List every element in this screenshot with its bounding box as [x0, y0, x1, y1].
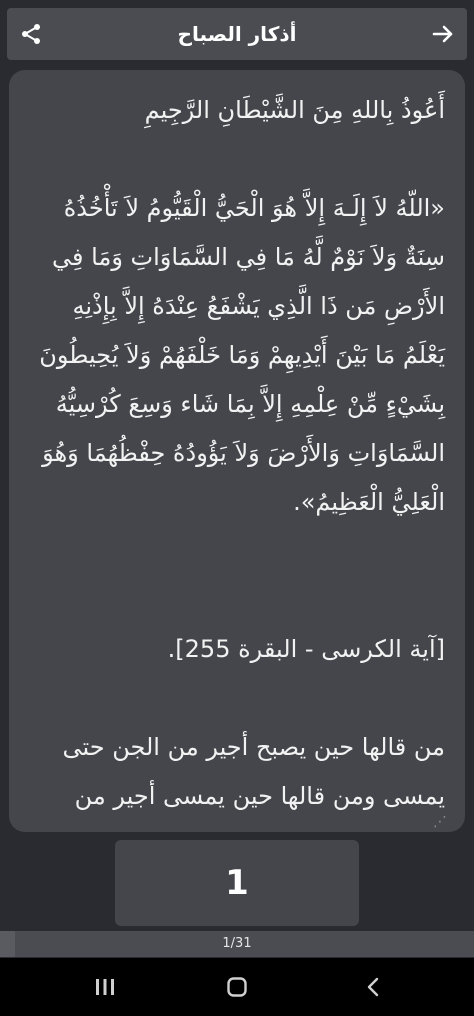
counter-value: 1 — [225, 863, 249, 903]
arrow-right-icon — [432, 25, 453, 43]
progress-bar: 1/31 — [0, 931, 474, 957]
back-button[interactable] — [358, 972, 388, 1002]
app-header: أذكار الصباح — [7, 8, 467, 60]
dhikr-virtue: من قالها حين يصبح أجير من الجن حتى يمسى … — [62, 733, 445, 810]
counter-button[interactable]: 1 — [115, 840, 359, 926]
recents-button[interactable] — [90, 972, 120, 1002]
system-navigation-bar — [0, 958, 474, 1016]
scroll-handle-icon: ⋰ — [433, 814, 447, 830]
dhikr-intro: أَعُوذُ بِاللهِ مِنَ الشَّيْطَانِ الرَّج… — [144, 96, 445, 124]
back-chevron-icon — [367, 977, 379, 997]
home-button[interactable] — [222, 972, 252, 1002]
recents-icon — [96, 979, 114, 995]
dhikr-card[interactable]: أَعُوذُ بِاللهِ مِنَ الشَّيْطَانِ الرَّج… — [9, 70, 465, 832]
home-icon — [227, 977, 247, 997]
progress-label: 1/31 — [222, 936, 252, 951]
page-title: أذكار الصباح — [177, 22, 297, 46]
dhikr-reference: [آية الكرسى - البقرة 255]. — [167, 635, 445, 663]
dhikr-text: أَعُوذُ بِاللهِ مِنَ الشَّيْطَانِ الرَّج… — [29, 86, 445, 821]
dhikr-verse: «اللّهُ لاَ إِلَـهَ إِلاَّ هُوَ الْحَيُّ… — [39, 194, 445, 516]
forward-button[interactable] — [429, 20, 457, 48]
